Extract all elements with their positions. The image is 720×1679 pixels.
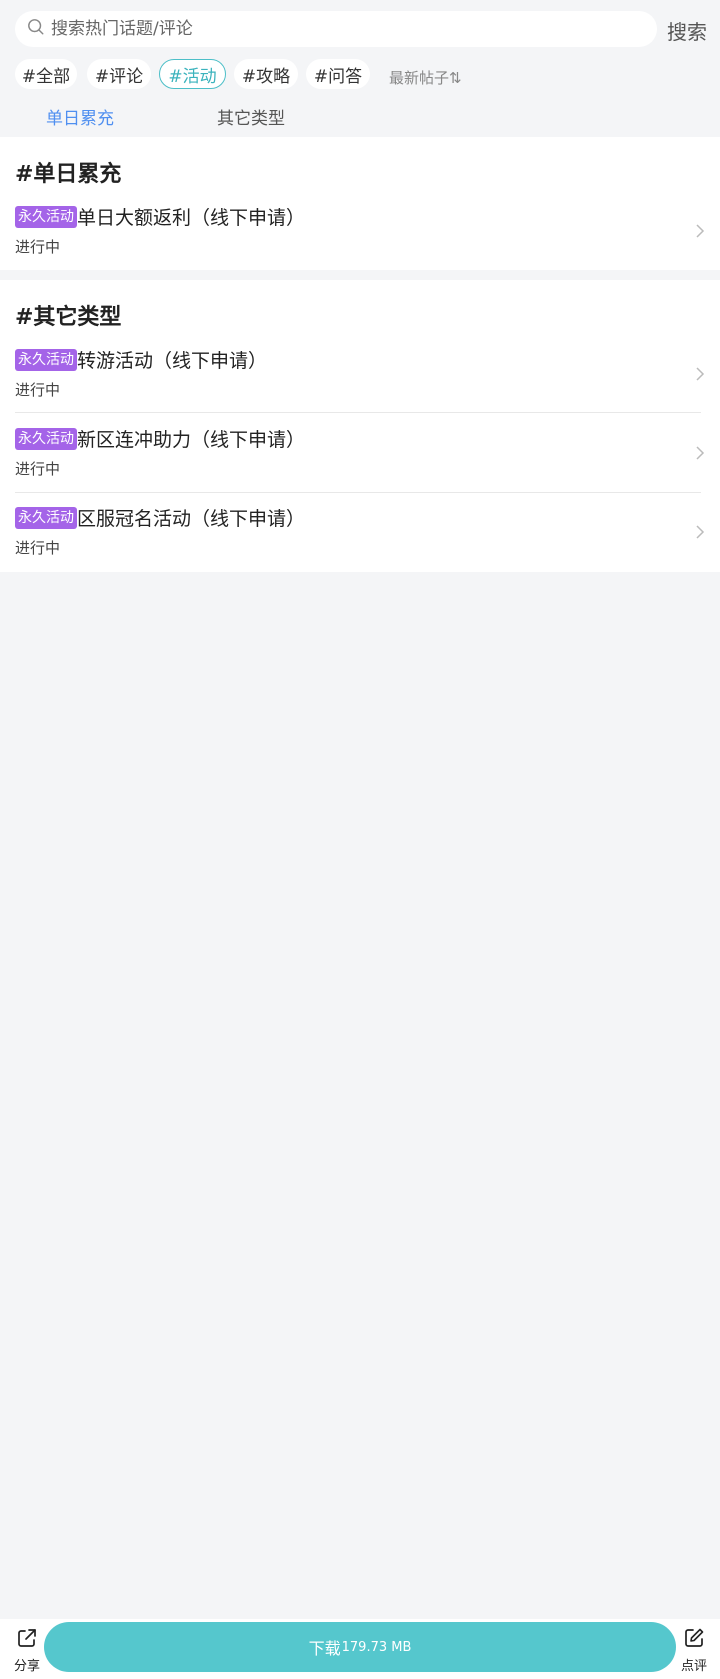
section-title: #单日累充 xyxy=(15,162,122,187)
edit-icon xyxy=(683,1627,705,1653)
section-daily-recharge: #单日累充 永久活动 单日大额返利（线下申请） 进行中 xyxy=(0,137,720,270)
share-icon xyxy=(16,1627,38,1653)
share-label: 分享 xyxy=(13,1659,40,1674)
subtab-daily-recharge[interactable]: 单日累充 xyxy=(46,104,114,129)
chevron-right-icon xyxy=(694,366,706,382)
item-title: 新区连冲助力（线下申请） xyxy=(77,429,306,451)
sort-toggle[interactable]: 最新帖子⇅ xyxy=(389,67,462,88)
chevron-right-icon xyxy=(694,223,706,239)
chip-activities[interactable]: #活动 xyxy=(159,59,226,89)
review-button[interactable]: 点评 xyxy=(676,1627,712,1674)
subtab-other-types[interactable]: 其它类型 xyxy=(217,104,285,129)
chip-qa[interactable]: #问答 xyxy=(306,59,370,89)
item-title: 转游活动（线下申请） xyxy=(77,350,268,372)
search-icon xyxy=(27,18,45,40)
item-status: 进行中 xyxy=(15,460,61,478)
filter-chips: #全部 #评论 #活动 #攻略 #问答 最新帖子⇅ xyxy=(0,58,720,92)
chevron-right-icon xyxy=(694,524,706,540)
bottom-bar: 分享 下载 179.73 MB 点评 xyxy=(0,1619,720,1679)
activity-tag: 永久活动 xyxy=(15,206,77,228)
sub-tabs: 单日累充 其它类型 xyxy=(0,100,720,132)
activity-tag: 永久活动 xyxy=(15,507,77,529)
list-item[interactable]: 永久活动 转游活动（线下申请） 进行中 xyxy=(0,349,720,399)
section-title: #其它类型 xyxy=(15,305,122,330)
search-box[interactable] xyxy=(15,11,657,47)
item-status: 进行中 xyxy=(15,539,61,557)
list-item[interactable]: 永久活动 单日大额返利（线下申请） 进行中 xyxy=(0,206,720,256)
item-status: 进行中 xyxy=(15,381,61,399)
divider xyxy=(15,412,701,413)
activity-tag: 永久活动 xyxy=(15,428,77,450)
search-row: 搜索 xyxy=(0,0,720,58)
list-item[interactable]: 永久活动 区服冠名活动（线下申请） 进行中 xyxy=(0,507,720,557)
download-size: 179.73 MB xyxy=(341,1639,412,1655)
activity-tag: 永久活动 xyxy=(15,349,77,371)
search-input[interactable] xyxy=(49,18,633,40)
chip-all[interactable]: #全部 xyxy=(15,59,77,89)
item-title: 区服冠名活动（线下申请） xyxy=(77,508,306,530)
review-label: 点评 xyxy=(680,1659,707,1674)
item-status: 进行中 xyxy=(15,238,61,256)
chip-guides[interactable]: #攻略 xyxy=(234,59,298,89)
download-label: 下载 xyxy=(308,1639,341,1658)
chevron-right-icon xyxy=(694,445,706,461)
download-button[interactable]: 下载 179.73 MB xyxy=(44,1622,676,1672)
search-button[interactable]: 搜索 xyxy=(667,16,707,45)
list-item[interactable]: 永久活动 新区连冲助力（线下申请） 进行中 xyxy=(0,428,720,478)
section-other-types: #其它类型 永久活动 转游活动（线下申请） 进行中 永久活动 新区连冲助力（线下… xyxy=(0,280,720,572)
chip-comments[interactable]: #评论 xyxy=(87,59,151,89)
share-button[interactable]: 分享 xyxy=(10,1627,44,1674)
divider xyxy=(15,492,701,493)
item-title: 单日大额返利（线下申请） xyxy=(77,207,306,229)
